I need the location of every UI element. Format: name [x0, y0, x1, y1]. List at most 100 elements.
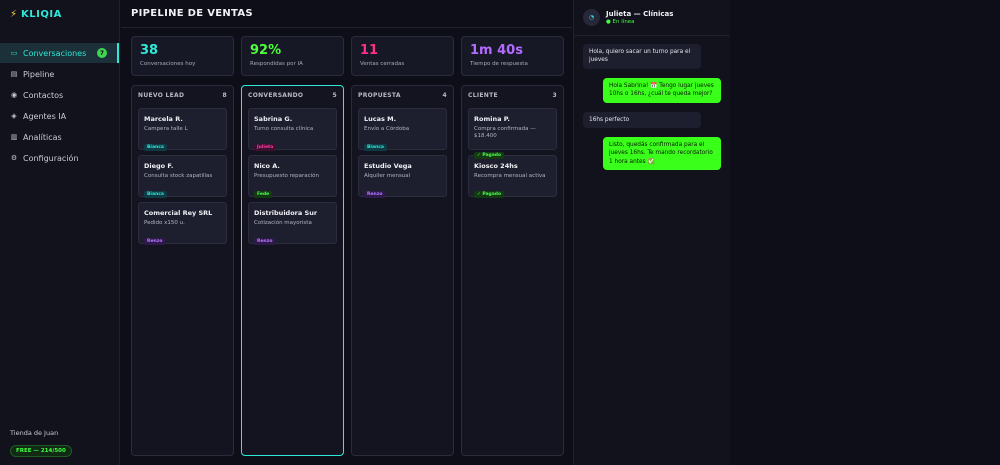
logo[interactable]: ⚡ KLIQIA: [0, 0, 119, 29]
column-title: CONVERSANDO: [248, 92, 304, 99]
chat-icon: ▭: [10, 49, 18, 57]
stat-value: 1m 40s: [470, 43, 523, 58]
sidebar-item-label: Conversaciones: [23, 48, 87, 58]
chat-title: Julieta — Clínicas: [606, 10, 674, 18]
lead-description: Presupuesto reparación: [254, 173, 320, 179]
stat-label: Conversaciones hoy: [140, 61, 196, 67]
lead-description: Consulta stock zapatillas: [144, 173, 213, 179]
sidebar-item-configuraci-n[interactable]: ⚙ Configuración: [0, 148, 119, 168]
column-header: CONVERSANDO 5: [248, 92, 337, 101]
sidebar-item-label: Analíticas: [23, 132, 62, 142]
pipeline-column-nuevo-lead: NUEVO LEAD 8 Marcela R. Campera talle L Bian…: [131, 85, 234, 456]
sidebar-nav: ▭ Conversaciones 7 ▤ Pipeline ◉ Contactos ◈ Agen…: [0, 43, 119, 168]
lead-description: Alquiler mensual: [364, 173, 411, 179]
pipeline-column-conversando: CONVERSANDO 5 Sabrina G. Turno consulta clí…: [241, 85, 344, 456]
lead-card[interactable]: Comercial Rey SRL Pedido x150 u. Renzo: [138, 202, 227, 246]
chat-panel: ◔ Julieta — Clínicas ● En línea Hola, qu…: [573, 0, 730, 465]
sidebar-item-label: Contactos: [23, 90, 64, 100]
avatar[interactable]: ◔: [583, 9, 600, 26]
agent-tag: Fede: [254, 191, 273, 199]
agent-tag: Renzo: [254, 238, 276, 246]
column-title: PROPUESTA: [358, 92, 401, 99]
lead-card[interactable]: Lucas M. Envío a Córdoba Bianca: [358, 108, 447, 152]
lead-name: Romina P.: [474, 115, 510, 123]
sidebar-item-label: Agentes IA: [23, 111, 67, 121]
lead-description: Envío a Córdoba: [364, 126, 410, 132]
lead-card[interactable]: Kiosco 24hs Recompra mensual activa ✓ Paga…: [468, 155, 557, 199]
stat-card: 1m 40s Tiempo de respuesta: [461, 36, 564, 76]
store-name: Tienda de Juan: [10, 429, 59, 437]
stat-value: 92%: [250, 43, 282, 58]
logo-text: KLIQIA: [21, 9, 62, 20]
stat-label: Respondidas por IA: [250, 61, 303, 67]
bot-icon: ◈: [11, 112, 17, 120]
chat-header: ◔ Julieta — Clínicas ● En línea: [574, 0, 730, 36]
lead-name: Marcela R.: [144, 115, 183, 123]
pipeline-board: NUEVO LEAD 8 Marcela R. Campera talle L Bian…: [131, 85, 564, 456]
lead-name: Diego F.: [144, 162, 174, 170]
agent-tag: Julieta: [254, 144, 277, 152]
column-header: CLIENTE 3: [468, 92, 557, 101]
column-header: NUEVO LEAD 8: [138, 92, 227, 101]
column-header: PROPUESTA 4: [358, 92, 447, 101]
pipeline-icon: ▤: [10, 70, 18, 78]
lead-name: Comercial Rey SRL: [144, 209, 213, 217]
lead-card[interactable]: Estudio Vega Alquiler mensual Renzo: [358, 155, 447, 199]
sidebar-item-contactos[interactable]: ◉ Contactos: [0, 85, 119, 105]
sidebar: ⚡ KLIQIA ▭ Conversaciones 7 ▤ Pipeline ◉ Conta…: [0, 0, 120, 465]
lead-card[interactable]: Distribuidora Sur Cotización mayorista Ren…: [248, 202, 337, 246]
agent-tag: Bianca: [144, 191, 167, 199]
gear-icon: ⚙: [10, 154, 18, 162]
lead-description: Cotización mayorista: [254, 220, 312, 226]
lead-card[interactable]: Romina P. Compra confirmada — $18.400 ✓ Pa…: [468, 108, 557, 159]
stat-card: 11 Ventas cerradas: [351, 36, 454, 76]
sidebar-item-pipeline[interactable]: ▤ Pipeline: [0, 64, 119, 84]
lead-name: Sabrina G.: [254, 115, 293, 123]
store-info: Tienda de Juan FREE — 214/500: [10, 429, 72, 457]
lead-description: Campera talle L: [144, 126, 188, 132]
sidebar-item-agentes-ia[interactable]: ◈ Agentes IA: [0, 106, 119, 126]
sidebar-item-label: Pipeline: [23, 69, 55, 79]
agent-tag: ✓ Pagado: [474, 191, 505, 199]
lead-card[interactable]: Sabrina G. Turno consulta clínica Julieta: [248, 108, 337, 152]
pipeline-column-propuesta: PROPUESTA 4 Lucas M. Envío a Córdoba Bianca E…: [351, 85, 454, 456]
lead-name: Kiosco 24hs: [474, 162, 518, 170]
lead-card[interactable]: Nico A. Presupuesto reparación Fede: [248, 155, 337, 199]
agent-tag: ✓ Pagado: [474, 151, 505, 159]
contacts-icon: ◉: [10, 91, 18, 99]
lead-name: Lucas M.: [364, 115, 397, 123]
lead-description: Recompra mensual activa: [474, 173, 546, 179]
lead-card[interactable]: Marcela R. Campera talle L Bianca: [138, 108, 227, 152]
lead-name: Estudio Vega: [364, 162, 412, 170]
lead-card[interactable]: Diego F. Consulta stock zapatillas Bianca: [138, 155, 227, 199]
stat-value: 38: [140, 43, 159, 58]
column-count: 4: [442, 92, 447, 99]
column-count: 8: [222, 92, 227, 99]
agent-tag: Renzo: [144, 238, 166, 246]
page-title: PIPELINE DE VENTAS: [121, 0, 572, 28]
sidebar-item-anal-ticas[interactable]: ▥ Analíticas: [0, 127, 119, 147]
agent-tag: Renzo: [364, 191, 386, 199]
lead-description: Compra confirmada — $18.400: [474, 126, 536, 140]
outgoing-message: Hola Sabrina! 📅 Tengo lugar jueves 10hs …: [603, 77, 721, 103]
lead-description: Pedido x150 u.: [144, 220, 185, 226]
agent-tag: Bianca: [364, 144, 387, 152]
column-count: 5: [332, 92, 337, 99]
outgoing-message: Listo, quedás confirmada para el jueves …: [603, 136, 721, 171]
stat-label: Ventas cerradas: [360, 61, 405, 67]
message-list: Hola, quiero sacar un turno para el juev…: [574, 36, 730, 187]
agent-tag: Bianca: [144, 144, 167, 152]
plan-badge[interactable]: FREE — 214/500: [10, 445, 72, 457]
sidebar-item-label: Configuración: [23, 153, 79, 163]
lead-name: Nico A.: [254, 162, 280, 170]
incoming-message: Hola, quiero sacar un turno para el juev…: [583, 44, 701, 69]
stat-value: 11: [360, 43, 379, 58]
column-title: CLIENTE: [468, 92, 498, 99]
sidebar-item-conversaciones[interactable]: ▭ Conversaciones 7: [0, 43, 119, 63]
column-title: NUEVO LEAD: [138, 92, 185, 99]
stat-card: 92% Respondidas por IA: [241, 36, 344, 76]
stat-card: 38 Conversaciones hoy: [131, 36, 234, 76]
chart-icon: ▥: [10, 133, 18, 141]
column-count: 3: [552, 92, 557, 99]
lead-name: Distribuidora Sur: [254, 209, 318, 217]
